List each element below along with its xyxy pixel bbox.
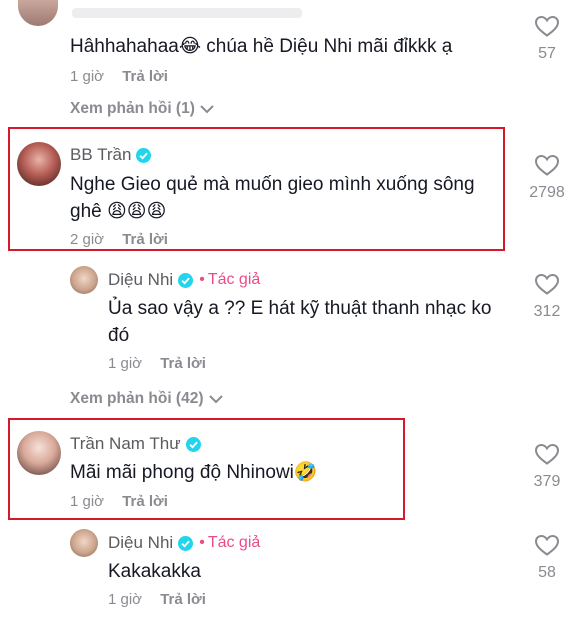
comment-text: Kakakakka — [108, 561, 201, 582]
view-replies-label: Xem phản hồi (1) — [70, 100, 195, 117]
author-tag: Tác giả — [207, 271, 261, 288]
reply-button[interactable]: Trả lời — [122, 231, 168, 248]
comment-text: Ủa sao vậy a ?? E hát kỹ thuật thanh nhạ… — [108, 295, 518, 349]
comment-time: 2 giờ — [70, 231, 105, 248]
like-count: 2798 — [529, 184, 565, 201]
reply-button[interactable]: Trả lời — [160, 591, 206, 608]
reply-button[interactable]: Trả lời — [122, 68, 168, 85]
avatar[interactable] — [70, 529, 98, 557]
like-count: 312 — [533, 303, 561, 320]
comment-text-line: ghê 😩😩😩 — [70, 201, 167, 222]
comment-text: Mãi mãi phong độ Nhinowi🤣 — [70, 462, 318, 483]
like-button[interactable]: 57 — [522, 14, 572, 63]
comment-text-line: đó — [108, 325, 130, 346]
like-button[interactable]: 379 — [522, 442, 572, 491]
verified-icon — [136, 147, 152, 163]
avatar[interactable] — [70, 266, 98, 294]
author-name: Diệu Nhi — [108, 270, 174, 289]
heart-icon — [534, 15, 560, 37]
comment-meta: 1 giờ Trả lời — [70, 493, 168, 510]
like-count: 58 — [538, 564, 556, 581]
avatar[interactable] — [17, 431, 61, 475]
chevron-down-icon — [208, 395, 223, 404]
verified-icon — [178, 272, 194, 288]
like-button[interactable]: 2798 — [522, 153, 572, 202]
heart-icon — [534, 154, 560, 176]
heart-icon — [534, 534, 560, 556]
separator-dot: • — [199, 534, 205, 551]
view-replies-label: Xem phản hồi (42) — [70, 390, 204, 407]
author-name: BB Trần — [70, 145, 132, 164]
comment-meta: 2 giờ Trả lời — [70, 231, 168, 248]
comment-author[interactable]: Trần Nam Thư — [70, 434, 201, 454]
comment-meta: 1 giờ Trả lời — [108, 355, 206, 372]
heart-icon — [534, 443, 560, 465]
author-tag: Tác giả — [207, 534, 261, 551]
comment-text-line: Nghe Gieo quẻ mà muốn gieo mình xuống sô… — [70, 174, 475, 195]
comment-meta: 1 giờ Trả lời — [108, 591, 206, 608]
heart-icon — [534, 273, 560, 295]
blurred-username — [72, 8, 302, 18]
avatar[interactable] — [17, 142, 61, 186]
comment-author[interactable]: Diệu Nhi • Tác giả — [108, 533, 260, 553]
like-button[interactable]: 58 — [522, 533, 572, 582]
comment-meta: 1 giờ Trả lời — [70, 68, 168, 85]
like-button[interactable]: 312 — [522, 272, 572, 321]
comment-author[interactable]: BB Trần — [70, 145, 152, 165]
separator-dot: • — [199, 271, 205, 288]
view-replies-button[interactable]: Xem phản hồi (1) — [70, 100, 215, 118]
view-replies-button[interactable]: Xem phản hồi (42) — [70, 390, 224, 408]
chevron-down-icon — [200, 105, 214, 114]
reply-button[interactable]: Trả lời — [122, 493, 168, 510]
avatar[interactable] — [18, 0, 58, 26]
comment-time: 1 giờ — [70, 493, 105, 510]
comment-author[interactable]: Diệu Nhi • Tác giả — [108, 270, 260, 290]
comment-text: Nghe Gieo quẻ mà muốn gieo mình xuống sô… — [70, 171, 510, 225]
comment-time: 1 giờ — [70, 68, 105, 85]
like-count: 57 — [538, 45, 556, 62]
reply-button[interactable]: Trả lời — [160, 355, 206, 372]
verified-icon — [185, 436, 201, 452]
comment-text: Hâhhahahaa😂 chúa hề Diệu Nhi mãi đỉkkk ạ — [70, 36, 453, 57]
comment-time: 1 giờ — [108, 591, 143, 608]
like-count: 379 — [533, 473, 561, 490]
comment-text-line: Ủa sao vậy a ?? E hát kỹ thuật thanh nhạ… — [108, 298, 492, 319]
verified-icon — [178, 535, 194, 551]
comment-time: 1 giờ — [108, 355, 143, 372]
author-name: Trần Nam Thư — [70, 434, 181, 453]
author-name: Diệu Nhi — [108, 533, 174, 552]
